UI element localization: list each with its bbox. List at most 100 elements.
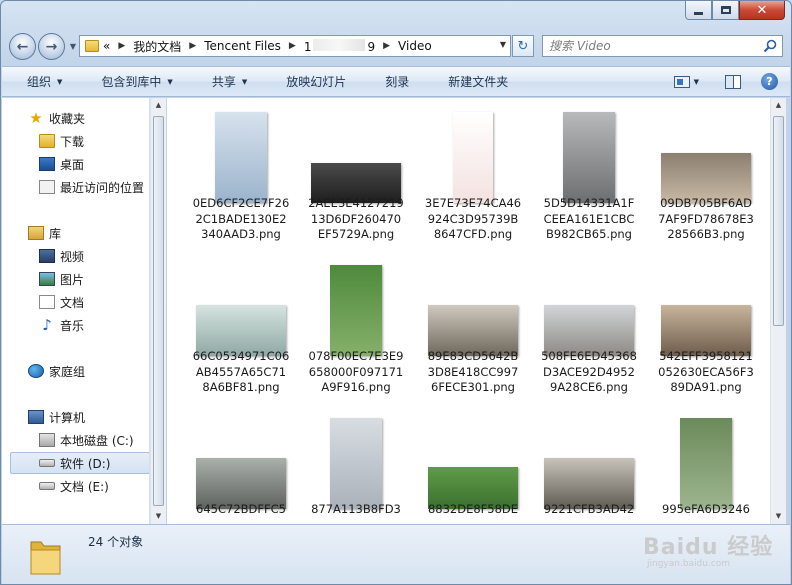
file-name[interactable]: 508FE6ED45368 D3ACE92D4952 9A28CE6.png xyxy=(533,349,645,396)
nav-downloads[interactable]: 下载 xyxy=(2,130,148,152)
change-view-icon[interactable] xyxy=(673,75,690,88)
breadcrumb-separator-icon[interactable]: ▶ xyxy=(289,41,296,51)
preview-pane-icon[interactable] xyxy=(725,74,741,89)
file-item[interactable]: 542EFF3958121 052630ECA56F3 89DA91.png xyxy=(650,261,762,394)
file-name[interactable]: 66C0534971C06 AB4557A65C71 8A6BF81.png xyxy=(185,349,297,396)
nav-label: 收藏夹 xyxy=(49,111,86,126)
nav-documents[interactable]: 文档 xyxy=(2,291,148,313)
content-scroll-thumb[interactable] xyxy=(773,116,784,326)
file-thumbnail[interactable] xyxy=(215,112,267,203)
nav-label: 文档 xyxy=(60,295,85,310)
content-scrollbar[interactable]: ▲ ▼ xyxy=(770,98,786,524)
homegroup-icon xyxy=(28,364,44,378)
breadcrumb-item-current[interactable]: Video xyxy=(398,39,432,53)
nav-drive-c[interactable]: 本地磁盘 (C:) xyxy=(2,429,148,451)
organize-menu[interactable]: 组织 ▼ xyxy=(2,73,76,90)
file-item[interactable]: 89E83CD5642B 3D8E418CC997 6FECE301.png xyxy=(417,261,529,394)
file-name[interactable]: 0ED6CF2CE7F26 2C1BADE130E2 340AAD3.png xyxy=(185,196,297,243)
nav-desktop[interactable]: 桌面 xyxy=(2,153,148,175)
new-folder-button[interactable]: 新建文件夹 xyxy=(423,73,522,90)
file-item[interactable]: 2AEE3E4127219 13D6DF260470 EF5729A.png xyxy=(300,108,412,241)
file-name[interactable]: 5D5D14331A1F CEEA161E1CBC B982CB65.png xyxy=(533,196,645,243)
breadcrumb-overflow[interactable]: « xyxy=(103,39,110,53)
nav-drive-e[interactable]: 文档 (E:) xyxy=(2,475,148,497)
file-name[interactable]: 89E83CD5642B 3D8E418CC997 6FECE301.png xyxy=(417,349,529,396)
file-name[interactable]: 3E7E73E74CA46 924C3D95739B 8647CFD.png xyxy=(417,196,529,243)
item-count: 24 个对象 xyxy=(88,535,144,549)
nav-drive-d[interactable]: 软件 (D:) xyxy=(10,452,149,474)
file-thumbnail[interactable] xyxy=(563,112,615,203)
nav-libraries[interactable]: 库 xyxy=(2,222,148,244)
file-name[interactable]: 8832DE8F58DE xyxy=(417,502,529,518)
file-name[interactable]: 877A113B8FD3 xyxy=(300,502,412,518)
address-dropdown-icon[interactable]: ▼ xyxy=(500,40,506,49)
file-thumbnail[interactable] xyxy=(330,265,382,356)
file-name[interactable]: 078F00EC7E3E9 658000F097171 A9F916.png xyxy=(300,349,412,396)
nav-pictures[interactable]: 图片 xyxy=(2,268,148,290)
address-bar[interactable]: « ▶ 我的文档 ▶ Tencent Files ▶ 19 ▶ Video ▼ xyxy=(79,35,511,57)
file-item[interactable]: 09DB705BF6AD 7AF9FD78678E3 28566B3.png xyxy=(650,108,762,241)
close-button[interactable]: ✕ xyxy=(739,1,785,20)
file-name[interactable]: 2AEE3E4127219 13D6DF260470 EF5729A.png xyxy=(300,196,412,243)
file-item[interactable]: 877A113B8FD3 xyxy=(300,414,412,524)
nav-favorites[interactable]: ★ 收藏夹 xyxy=(2,107,148,129)
file-name-line: B982CB65.png xyxy=(546,227,632,241)
breadcrumb-separator-icon[interactable]: ▶ xyxy=(118,41,125,51)
file-name[interactable]: 995eFA6D3246 xyxy=(650,502,762,518)
file-name[interactable]: 645C72BDFFC5 xyxy=(185,502,297,518)
nav-scroll-thumb[interactable] xyxy=(153,116,164,506)
file-name[interactable]: 9221CFB3AD42 xyxy=(533,502,645,518)
breadcrumb-item[interactable]: Tencent Files xyxy=(204,39,281,53)
refresh-icon: ↻ xyxy=(517,38,529,54)
nav-computer[interactable]: 计算机 xyxy=(2,406,148,428)
include-in-library-menu[interactable]: 包含到库中 ▼ xyxy=(76,73,186,90)
file-item[interactable]: 3E7E73E74CA46 924C3D95739B 8647CFD.png xyxy=(417,108,529,241)
back-button[interactable]: ← xyxy=(9,33,36,60)
recent-pages-dropdown[interactable]: ▼ xyxy=(67,41,79,53)
file-thumbnail[interactable] xyxy=(680,418,732,509)
burn-button[interactable]: 刻录 xyxy=(360,73,423,90)
nav-scrollbar[interactable]: ▲ ▼ xyxy=(150,98,166,524)
minimize-button[interactable] xyxy=(685,1,712,20)
help-icon[interactable]: ? xyxy=(761,73,778,90)
breadcrumb-item[interactable]: 我的文档 xyxy=(133,38,181,55)
file-item[interactable]: 66C0534971C06 AB4557A65C71 8A6BF81.png xyxy=(185,261,297,394)
nav-label: 下载 xyxy=(60,134,85,149)
file-name[interactable]: 09DB705BF6AD 7AF9FD78678E3 28566B3.png xyxy=(650,196,762,243)
breadcrumb-separator-icon[interactable]: ▶ xyxy=(189,41,196,51)
slideshow-button[interactable]: 放映幻灯片 xyxy=(261,73,360,90)
file-item[interactable]: 995eFA6D3246 xyxy=(650,414,762,524)
forward-button[interactable]: → xyxy=(38,33,65,60)
file-item[interactable]: 9221CFB3AD42 xyxy=(533,414,645,524)
scroll-up-icon[interactable]: ▲ xyxy=(771,98,786,113)
file-thumbnail[interactable] xyxy=(453,112,493,203)
file-item[interactable]: 5D5D14331A1F CEEA161E1CBC B982CB65.png xyxy=(533,108,645,241)
scroll-down-icon[interactable]: ▼ xyxy=(771,509,786,524)
file-name-line: 8832DE8F58DE xyxy=(427,502,519,516)
file-name[interactable]: 542EFF3958121 052630ECA56F3 89DA91.png xyxy=(650,349,762,396)
file-name-line: 6FECE301.png xyxy=(431,380,515,394)
scroll-down-icon[interactable]: ▼ xyxy=(151,509,166,524)
star-icon: ★ xyxy=(29,109,43,127)
nav-recent-places[interactable]: 最近访问的位置 xyxy=(2,176,148,198)
file-item[interactable]: 8832DE8F58DE xyxy=(417,414,529,524)
refresh-button[interactable]: ↻ xyxy=(512,35,534,57)
nav-videos[interactable]: 视频 xyxy=(2,245,148,267)
file-thumbnail[interactable] xyxy=(330,418,382,509)
share-menu[interactable]: 共享 ▼ xyxy=(187,73,261,90)
scroll-up-icon[interactable]: ▲ xyxy=(151,98,166,113)
search-box[interactable] xyxy=(542,35,783,57)
file-item[interactable]: 508FE6ED45368 D3ACE92D4952 9A28CE6.png xyxy=(533,261,645,394)
nav-homegroup[interactable]: 家庭组 xyxy=(2,360,148,382)
nav-music[interactable]: ♪ 音乐 xyxy=(2,314,148,336)
view-dropdown-icon[interactable]: ▼ xyxy=(694,78,699,86)
maximize-button[interactable] xyxy=(712,1,739,20)
breadcrumb-item[interactable]: 19 xyxy=(304,38,375,54)
file-item[interactable]: 0ED6CF2CE7F26 2C1BADE130E2 340AAD3.png xyxy=(185,108,297,241)
redaction-mask xyxy=(313,38,366,51)
search-icon[interactable] xyxy=(763,39,777,53)
file-item[interactable]: 078F00EC7E3E9 658000F097171 A9F916.png xyxy=(300,261,412,394)
breadcrumb-separator-icon[interactable]: ▶ xyxy=(383,41,390,51)
search-input[interactable] xyxy=(549,39,759,53)
file-item[interactable]: 645C72BDFFC5 xyxy=(185,414,297,524)
